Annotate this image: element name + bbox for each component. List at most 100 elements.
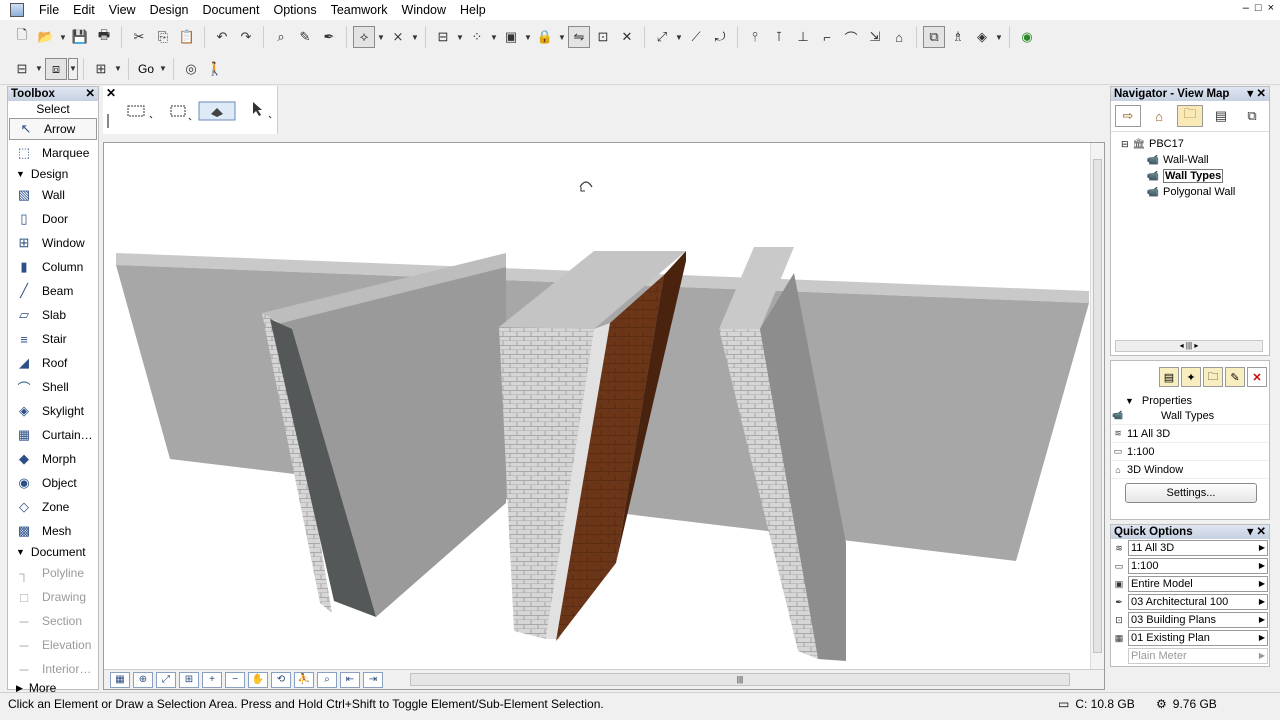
zoom-icon[interactable]: ⌕ — [317, 671, 337, 688]
tool-interior[interactable]: ─ Interior… — [8, 657, 98, 681]
minimize-button[interactable]: – — [1243, 2, 1249, 14]
gravity-icon[interactable]: ⟡ — [353, 26, 375, 48]
previous-zoom-icon[interactable]: ⇤ — [340, 671, 360, 688]
zoom-in-area-icon[interactable]: ⊕ — [133, 671, 153, 688]
magic-wand-icon[interactable]: ◈ — [971, 26, 993, 48]
paste-icon[interactable]: 📋 — [176, 26, 198, 48]
pen-set-select[interactable]: 03 Architectural 100 ▶ — [1128, 594, 1268, 610]
menu-document[interactable]: Document — [196, 0, 267, 20]
split-icon[interactable]: ⫯ — [744, 26, 766, 48]
gravity-dropdown-icon[interactable]: ▼ — [376, 26, 386, 48]
close-button[interactable]: × — [1268, 2, 1274, 14]
menu-edit[interactable]: Edit — [66, 0, 102, 20]
grid-snap-icon[interactable]: ⁘ — [466, 26, 488, 48]
tool-wall[interactable]: ▧ Wall — [8, 183, 98, 207]
tool-morph[interactable]: ◆ Morph — [8, 447, 98, 471]
menu-view[interactable]: View — [102, 0, 143, 20]
3d-window-icon[interactable]: ⧈ — [45, 57, 67, 80]
new-view-icon[interactable]: ▤ — [1159, 367, 1179, 387]
folder-tab-icon[interactable]: 🗀 — [1177, 105, 1203, 127]
3d-view-options-icon[interactable]: ▦ — [110, 671, 130, 688]
tree-item-polygonal-wall[interactable]: 📹 Polygonal Wall — [1113, 184, 1267, 200]
open-dropdown-icon[interactable]: ▼ — [58, 26, 68, 48]
navigator-scrollbar[interactable]: ◂ ||| ▸ — [1115, 340, 1263, 352]
fillet-icon[interactable]: ⌐ — [816, 26, 838, 48]
redo-icon[interactable]: ↷ — [235, 26, 257, 48]
pan-icon[interactable]: ✋ — [248, 671, 268, 688]
layout-book-tab-icon[interactable]: ▤ — [1208, 105, 1234, 127]
next-zoom-icon[interactable]: ⇥ — [363, 671, 383, 688]
renovation-select[interactable]: 01 Existing Plan ▶ — [1128, 630, 1268, 646]
tool-mesh[interactable]: ▩ Mesh — [8, 519, 98, 543]
collapse-icon[interactable]: ⊟ — [1121, 139, 1131, 150]
scrollbar-thumb[interactable] — [1093, 159, 1102, 653]
tree-root[interactable]: ⊟ 🏛 PBC17 — [1113, 136, 1267, 152]
go-menu[interactable]: Go — [134, 62, 158, 76]
lock-icon[interactable]: 🔒 — [534, 26, 556, 48]
tool-polyline[interactable]: ┐ Polyline — [8, 561, 98, 585]
3d-window[interactable]: ▦ ⊕ ⤢ ⊞ + − ✋ ⟲ ⛹ ⌕ ⇤ ⇥ ||| — [103, 142, 1105, 690]
cut-icon[interactable]: ✂ — [128, 26, 150, 48]
walk-icon[interactable]: 🚶 — [204, 58, 226, 80]
menu-help[interactable]: Help — [453, 0, 493, 20]
restore-button[interactable]: □ — [1255, 2, 1262, 14]
publisher-tab-icon[interactable]: ⧉ — [1239, 105, 1265, 127]
pick-up-icon[interactable]: ✎ — [294, 26, 316, 48]
tool-curtain[interactable]: ▦ Curtain… — [8, 423, 98, 447]
new-folder-icon[interactable]: ✦ — [1181, 367, 1201, 387]
menu-file[interactable]: File — [32, 0, 66, 20]
view-map-tab-icon[interactable]: ⌂ — [1146, 105, 1172, 127]
tool-window[interactable]: ⊞ Window — [8, 231, 98, 255]
arrange-dropdown-icon[interactable]: ▼ — [523, 26, 533, 48]
zoom-out-icon[interactable]: − — [225, 671, 245, 688]
explore-icon[interactable]: ⛹ — [294, 671, 314, 688]
layout-icon[interactable]: ⊟ — [432, 26, 454, 48]
inject-icon[interactable]: ✒ — [318, 26, 340, 48]
menu-design[interactable]: Design — [143, 0, 196, 20]
close-icon[interactable]: ▾ ✕ — [1247, 87, 1266, 101]
teamwork-globe-icon[interactable]: ◉ — [1016, 26, 1038, 48]
scale-select[interactable]: 1:100 ▶ — [1128, 558, 1268, 574]
layout-dropdown-icon[interactable]: ▼ — [455, 26, 465, 48]
magic-wand-dropdown-icon[interactable]: ▼ — [994, 26, 1004, 48]
tree-item-wall-wall[interactable]: 📹 Wall-Wall — [1113, 152, 1267, 168]
document-group-header[interactable]: ▼ Document — [8, 543, 98, 561]
undo-icon[interactable]: ↶ — [211, 26, 233, 48]
tool-beam[interactable]: ╱ Beam — [8, 279, 98, 303]
resize-icon[interactable]: ⇲ — [864, 26, 886, 48]
zoom-in-icon[interactable]: + — [202, 671, 222, 688]
layer-combo-icon[interactable]: ⧉ — [923, 26, 945, 48]
tool-roof[interactable]: ◢ Roof — [8, 351, 98, 375]
save-icon[interactable]: 💾 — [69, 26, 91, 48]
3d-model-view[interactable] — [104, 143, 1090, 671]
delete-icon[interactable]: ✕ — [1247, 367, 1267, 387]
close-icon[interactable]: ✕ — [106, 86, 116, 100]
wall-concrete[interactable] — [262, 253, 506, 617]
go-dropdown-icon[interactable]: ▼ — [158, 58, 168, 80]
guide-lines-icon[interactable]: ⨯ — [387, 26, 409, 48]
curve-icon[interactable]: ⌒ — [840, 26, 862, 48]
clone-folder-icon[interactable]: 🗀 — [1203, 367, 1223, 387]
tool-marquee[interactable]: ⬚ Marquee — [8, 141, 98, 165]
tree-item-wall-types[interactable]: 📹 Wall Types — [1113, 168, 1267, 184]
copy-icon[interactable]: ⎘ — [152, 26, 174, 48]
measure-icon[interactable]: ⊡ — [592, 26, 614, 48]
arrange-icon[interactable]: ▣ — [500, 26, 522, 48]
guide-dropdown-icon[interactable]: ▼ — [410, 26, 420, 48]
print-icon[interactable]: 🖶 — [93, 26, 115, 48]
drag-icon[interactable]: ⟋ — [685, 26, 707, 48]
rotate-icon[interactable]: ⤾ — [709, 26, 731, 48]
menu-window[interactable]: Window — [395, 0, 453, 20]
offset-icon[interactable]: ⤢ — [651, 26, 673, 48]
tool-column[interactable]: ▮ Column — [8, 255, 98, 279]
tool-arrow[interactable]: ↖ Arrow — [9, 118, 97, 140]
vertical-scrollbar[interactable] — [1090, 143, 1104, 671]
structure-display-select[interactable]: Entire Model ▶ — [1128, 576, 1268, 592]
menu-options[interactable]: Options — [266, 0, 323, 20]
orbit-icon[interactable]: ◎ — [180, 58, 202, 80]
offset-dropdown-icon[interactable]: ▼ — [674, 26, 684, 48]
horizontal-scrollbar[interactable]: ||| — [410, 673, 1070, 686]
renovation-icon[interactable]: ♗ — [947, 26, 969, 48]
open-folder-icon[interactable]: 📂 — [35, 26, 57, 48]
floor-plan-icon[interactable]: ⊟ — [11, 58, 33, 80]
